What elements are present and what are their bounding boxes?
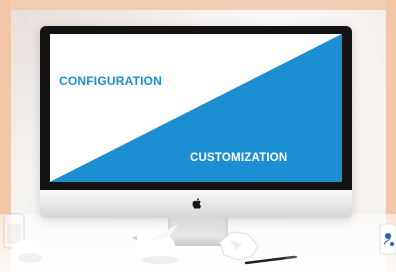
- bird-ornament: [132, 224, 178, 264]
- white-sphere: [12, 240, 42, 264]
- pen: [244, 255, 297, 265]
- desk-props: [3, 213, 396, 265]
- porcelain-cup: [379, 223, 396, 255]
- crumpled-paper: [219, 231, 259, 261]
